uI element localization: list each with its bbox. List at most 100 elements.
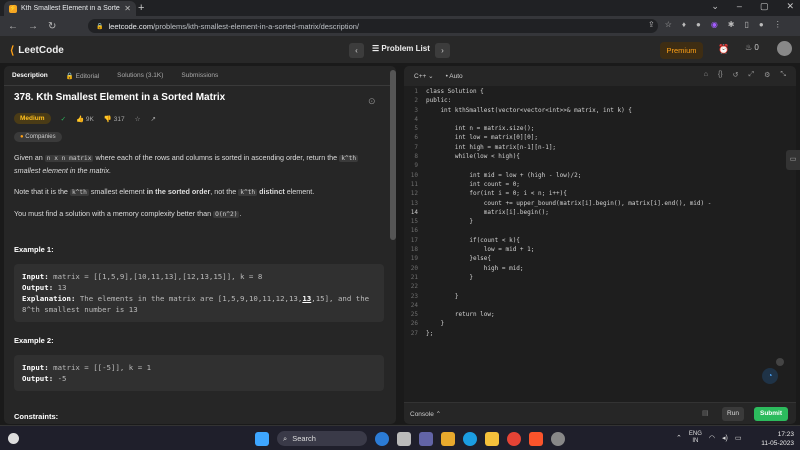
close-tab-icon[interactable]: ✕	[124, 4, 131, 13]
battery-icon[interactable]: ▭	[735, 434, 742, 442]
star-icon[interactable]: ☆	[665, 20, 672, 29]
new-tab-button[interactable]: +	[138, 2, 144, 14]
profile-icon[interactable]: ●	[759, 20, 764, 29]
code-line[interactable]: 7 int high = matrix[n-1][n-1];	[404, 144, 796, 153]
code-line[interactable]: 20 high = mid;	[404, 265, 796, 274]
auto-mode-toggle[interactable]: • Auto	[446, 73, 463, 80]
dislike-button[interactable]: 👎 317	[104, 115, 125, 123]
reload-icon[interactable]: ↻	[48, 21, 56, 32]
maximize-icon[interactable]: ▢	[760, 1, 769, 12]
code-line[interactable]: 2 public:	[404, 97, 796, 106]
clipboard-icon[interactable]: ▤	[702, 409, 709, 417]
settings-icon[interactable]	[551, 431, 565, 446]
share-icon[interactable]: ↗	[150, 115, 155, 123]
code-line[interactable]: 4	[404, 116, 796, 125]
gear-icon[interactable]: ⚙	[764, 71, 770, 79]
console-toggle[interactable]: Console ⌃	[410, 410, 441, 418]
code-area[interactable]: 1 class Solution {2 public: 3 int kthSmalle…	[404, 88, 796, 339]
like-button[interactable]: 👍 9K	[76, 115, 94, 123]
settings-dots-icon[interactable]: ⊙	[368, 96, 376, 107]
code-line[interactable]: 6 int low = matrix[0][0];	[404, 134, 796, 143]
tab-submissions[interactable]: Submissions	[181, 72, 218, 79]
code-line[interactable]: 10 int mid = low + (high - low)/2;	[404, 172, 796, 181]
code-line[interactable]: 8 while(low < high){	[404, 153, 796, 162]
collapse-indicator[interactable]	[776, 358, 784, 366]
tab-solutions[interactable]: Solutions (3.1K)	[117, 72, 163, 79]
code-line[interactable]: 5 int n = matrix.size();	[404, 125, 796, 134]
chrome-icon[interactable]	[507, 431, 521, 446]
chevron-down-icon[interactable]: ⌄	[711, 1, 719, 12]
fullscreen-icon[interactable]: ⤢	[749, 71, 755, 79]
wifi-icon[interactable]: ◠	[709, 434, 715, 442]
menu-icon[interactable]: ⋮	[774, 20, 782, 29]
volume-icon[interactable]: ◂)	[722, 434, 728, 442]
alarm-icon[interactable]: ⏰	[718, 44, 729, 55]
code-line[interactable]: 26 }	[404, 320, 796, 329]
windows-start-icon[interactable]	[255, 431, 269, 446]
code-line[interactable]: 19 }else{	[404, 255, 796, 264]
problem-list-button[interactable]: ☰ Problem List	[372, 44, 430, 53]
language-select[interactable]: C++ ⌄	[414, 72, 434, 80]
run-button[interactable]: Run	[722, 407, 744, 421]
task-view-icon[interactable]	[397, 431, 411, 446]
language-indicator[interactable]: ENG IN	[689, 431, 702, 445]
edge-icon[interactable]	[463, 431, 477, 446]
code-line[interactable]: 25 return low;	[404, 311, 796, 320]
code-line[interactable]: 24	[404, 302, 796, 311]
code-line[interactable]: 3 int kthSmallest(vector<vector<int>>& m…	[404, 107, 796, 116]
code-line[interactable]: 22	[404, 283, 796, 292]
code-line[interactable]: 1 class Solution {	[404, 88, 796, 97]
extension-icon-3[interactable]: ◉	[711, 20, 718, 29]
puzzle-icon[interactable]: ✱	[728, 20, 735, 29]
premium-button[interactable]: Premium	[660, 42, 703, 59]
minimize-icon[interactable]: –	[737, 1, 742, 12]
streak-counter[interactable]: ♨ 0	[745, 43, 759, 52]
submit-button[interactable]: Submit	[754, 407, 788, 421]
expand-icon[interactable]: ⤡	[780, 71, 786, 79]
browser-tab[interactable]: ⚡ Kth Smallest Element in a Sorte ✕	[4, 1, 136, 16]
code-line[interactable]: 27};	[404, 330, 796, 339]
chat-icon[interactable]: ◔	[762, 368, 778, 384]
side-panel-button[interactable]: ▭	[786, 150, 800, 170]
folder-icon[interactable]	[485, 431, 499, 446]
brave-icon[interactable]	[529, 431, 543, 446]
taskbar-clock[interactable]: 17:23 11-05-2023	[752, 430, 794, 448]
reset-icon[interactable]: ↺	[733, 71, 739, 79]
description-scrollbar[interactable]	[390, 70, 396, 240]
code-line[interactable]: 23 }	[404, 293, 796, 302]
avatar[interactable]	[777, 41, 792, 56]
back-icon[interactable]: ←	[8, 21, 18, 32]
code-line[interactable]: 9	[404, 162, 796, 171]
url-input[interactable]: 🔒 leetcode.com/problems/kth-smallest-ele…	[88, 19, 658, 33]
code-line[interactable]: 13 count += upper_bound(matrix[i].begin(…	[404, 200, 796, 209]
file-explorer-icon[interactable]	[441, 431, 455, 446]
taskbar-search[interactable]: ⌕ Search	[277, 431, 367, 446]
teams-icon[interactable]	[419, 431, 433, 446]
companies-tag[interactable]: ● Companies	[14, 132, 62, 142]
weather-icon[interactable]	[8, 433, 19, 444]
code-line[interactable]: 21 }	[404, 274, 796, 283]
tab-editorial[interactable]: 🔒 Editorial	[66, 72, 99, 80]
extension-icon-2[interactable]: ●	[696, 20, 701, 29]
code-line[interactable]: 12 for(int i = 0; i < n; i++){	[404, 190, 796, 199]
sidebar-icon[interactable]: ▯	[745, 20, 749, 29]
code-line[interactable]: 11 int count = 0;	[404, 181, 796, 190]
code-line[interactable]: 14 matrix[i].begin();	[404, 209, 796, 218]
forward-icon[interactable]: →	[28, 21, 38, 32]
extension-icon-1[interactable]: ♦	[682, 20, 686, 29]
next-problem-button[interactable]: ›	[435, 43, 450, 58]
code-line[interactable]: 17 if(count < k){	[404, 237, 796, 246]
share-icon[interactable]: ⇪	[648, 20, 655, 29]
tab-description[interactable]: Description	[12, 72, 48, 79]
close-window-icon[interactable]: ✕	[786, 1, 794, 12]
prev-problem-button[interactable]: ‹	[349, 43, 364, 58]
code-line[interactable]: 15 }	[404, 218, 796, 227]
code-line[interactable]: 16	[404, 227, 796, 236]
leetcode-logo[interactable]: ⟨ LeetCode	[10, 44, 64, 57]
bookmark-icon[interactable]: ⌂	[704, 71, 708, 79]
braces-icon[interactable]: {}	[718, 71, 723, 79]
chevron-up-icon[interactable]: ⌃	[676, 434, 682, 442]
code-line[interactable]: 18 low = mid + 1;	[404, 246, 796, 255]
favorite-star-icon[interactable]: ☆	[135, 115, 141, 123]
copilot-icon[interactable]	[375, 431, 389, 446]
